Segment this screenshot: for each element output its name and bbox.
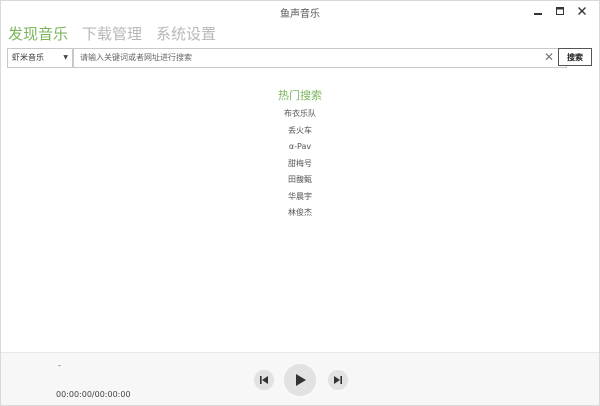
app-title: 鱼声音乐	[280, 9, 320, 20]
maximize-icon	[556, 7, 564, 15]
play-icon	[296, 374, 306, 386]
minimize-button[interactable]	[527, 3, 549, 19]
search-input[interactable]	[73, 48, 567, 68]
tab-system-settings[interactable]: 系统设置	[156, 24, 216, 44]
search-button[interactable]: 搜索	[558, 48, 592, 66]
close-icon	[578, 7, 586, 15]
playback-time: 00:00:00/00:00:00	[56, 390, 131, 399]
skip-next-icon	[334, 376, 342, 384]
hot-search-item[interactable]: 田馥甄	[1, 174, 599, 191]
skip-previous-icon	[260, 376, 268, 384]
hot-search-list: 布衣乐队 丢火车 α-Pav 甜梅号 田馥甄 华晨宇 林俊杰	[1, 108, 599, 224]
hot-search-item[interactable]: 华晨宇	[1, 191, 599, 208]
track-name: -	[58, 361, 61, 370]
minimize-icon	[534, 13, 542, 15]
hot-search-item[interactable]: α-Pav	[1, 141, 599, 158]
previous-track-button[interactable]	[254, 370, 274, 390]
source-select[interactable]: 虾米音乐 ▼	[7, 48, 73, 68]
main-tabs: 发现音乐 下载管理 系统设置	[8, 24, 230, 44]
caret-down-icon: ▼	[63, 54, 68, 61]
hot-search-item[interactable]: 布衣乐队	[1, 108, 599, 125]
close-button[interactable]	[571, 3, 593, 19]
app-window: 鱼声音乐 发现音乐 下载管理 系统设置 虾米音乐 ▼ ✕ 搜索 热门搜索 布衣乐…	[0, 0, 600, 406]
play-button[interactable]	[284, 364, 316, 396]
maximize-button[interactable]	[549, 3, 571, 19]
title-bar: 鱼声音乐	[1, 1, 599, 21]
next-track-button[interactable]	[328, 370, 348, 390]
hot-search-item[interactable]: 甜梅号	[1, 158, 599, 175]
hot-search-item[interactable]: 林俊杰	[1, 207, 599, 224]
hot-search-title: 热门搜索	[278, 89, 322, 102]
tab-discover-music[interactable]: 发现音乐	[8, 24, 68, 44]
clear-icon[interactable]: ✕	[541, 49, 557, 65]
source-select-value: 虾米音乐	[12, 53, 44, 62]
window-controls	[527, 3, 593, 19]
player-bar: - 00:00:00/00:00:00	[1, 352, 599, 405]
tab-download-manager[interactable]: 下载管理	[82, 24, 142, 44]
hot-search-item[interactable]: 丢火车	[1, 125, 599, 142]
search-row: 虾米音乐 ▼ ✕ 搜索	[7, 48, 594, 68]
